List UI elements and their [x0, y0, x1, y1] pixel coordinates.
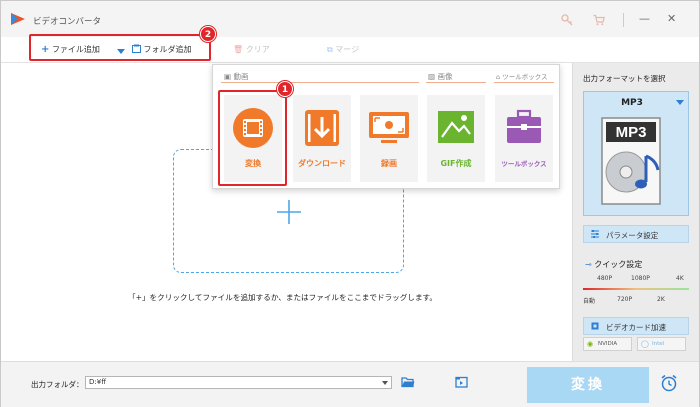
format-dropdown-icon — [676, 100, 684, 105]
step-1-badge: 1 — [277, 81, 293, 97]
trash-icon: 🗑 — [233, 45, 244, 54]
output-folder-path: D:¥ff — [89, 378, 107, 386]
key-icon[interactable] — [561, 14, 573, 26]
nvidia-logo-icon: ◉ — [587, 340, 594, 348]
quick-settings-label: クイック設定 — [594, 260, 643, 269]
toolbox-icon — [507, 109, 541, 143]
tile-record-label: 録画 — [381, 159, 397, 168]
titlebar-divider — [623, 13, 624, 27]
quality-480p[interactable]: 480P — [597, 275, 612, 282]
parameter-settings-label: パラメータ設定 — [606, 231, 659, 240]
tile-toolbox[interactable]: ツールボックス — [495, 95, 553, 182]
open-folder-icon[interactable] — [401, 376, 415, 388]
tile-toolbox-label: ツールボックス — [501, 160, 547, 168]
screen-record-icon — [369, 112, 409, 143]
bottom-bar: 出力フォルダ： D:¥ff 変換 — [1, 361, 699, 407]
output-folder-select[interactable]: D:¥ff — [85, 376, 392, 389]
output-folder-label: 出力フォルダ： — [31, 380, 84, 389]
quality-4k[interactable]: 4K — [676, 275, 684, 282]
add-plus-icon[interactable] — [275, 198, 303, 226]
quality-auto[interactable]: 自動 — [583, 296, 595, 305]
tile-gif-maker[interactable]: GIF作成 — [427, 95, 485, 182]
mp3-file-icon-label: MP3 — [616, 124, 647, 141]
minimize-button[interactable]: — — [639, 13, 650, 25]
clear-label: クリア — [245, 45, 270, 54]
gpu-acceleration-button[interactable]: ビデオカード加速 — [583, 317, 689, 335]
section-video-label: 動画 — [233, 72, 249, 81]
nvidia-badge: ◉ NVIDIA — [583, 337, 632, 351]
video-section-icon: ▣ — [224, 72, 232, 81]
sliders-icon — [591, 230, 599, 238]
convert-button[interactable]: 変換 — [527, 367, 649, 403]
quality-720p[interactable]: 720P — [617, 296, 632, 303]
download-icon — [305, 110, 339, 146]
cart-icon[interactable] — [593, 14, 605, 26]
nvidia-label: NVIDIA — [598, 341, 618, 347]
tile-record[interactable]: 録画 — [360, 95, 418, 182]
toolbox-section-icon: ⌂ — [496, 73, 501, 81]
section-toolbox-label: ツールボックス — [502, 73, 548, 81]
drop-hint-text: 「+」をクリックしてファイルを追加するか、またはファイルをここまでドラッグします… — [128, 293, 437, 302]
section-image-line — [426, 82, 486, 83]
close-button[interactable]: ✕ — [667, 13, 676, 25]
mp3-file-icon: MP3 — [601, 117, 661, 205]
section-toolbox-line — [494, 82, 554, 83]
window-title: ビデオコンバータ — [33, 17, 102, 27]
app-logo-icon — [11, 13, 25, 25]
title-bar: ビデオコンバータ — ✕ — [1, 1, 699, 37]
quick-settings-title: ⊸ クイック設定 — [585, 259, 642, 270]
quick-settings-icon: ⊸ — [585, 260, 592, 269]
intel-badge: ◯ Intel — [637, 337, 686, 351]
image-icon — [438, 111, 474, 143]
parameter-settings-button[interactable]: パラメータ設定 — [583, 225, 689, 243]
step-2-badge: 2 — [200, 26, 216, 42]
tile-download-label: ダウンロード — [298, 159, 346, 168]
image-section-icon: ▨ — [428, 72, 436, 81]
section-image-label: 画像 — [437, 72, 453, 81]
intel-label: Intel — [652, 341, 665, 347]
section-image: ▨ 画像 — [428, 71, 452, 82]
tile-gif-maker-label: GIF作成 — [440, 159, 472, 168]
quality-slider[interactable] — [583, 288, 689, 290]
gpu-acceleration-label: ビデオカード加速 — [606, 323, 666, 332]
section-video-line — [221, 82, 419, 83]
alarm-clock-icon[interactable] — [660, 374, 678, 392]
chevron-down-icon — [382, 381, 388, 385]
output-format-name: MP3 — [621, 98, 643, 108]
folder-arrow-icon[interactable] — [455, 376, 468, 388]
gpu-chip-icon — [591, 322, 599, 330]
merge-button[interactable]: ⧉ マージ — [327, 44, 359, 55]
section-video: ▣ 動画 — [224, 71, 248, 82]
output-format-title: 出力フォーマットを選択 — [583, 74, 666, 83]
add-file-highlight — [29, 34, 211, 61]
quality-1080p[interactable]: 1080P — [631, 275, 650, 282]
output-format-selector[interactable]: MP3 MP3 — [583, 91, 689, 216]
tile-download[interactable]: ダウンロード — [293, 95, 351, 182]
merge-label: マージ — [335, 45, 360, 54]
merge-icon: ⧉ — [327, 45, 333, 54]
quality-2k[interactable]: 2K — [657, 296, 665, 303]
section-toolbox: ⌂ ツールボックス — [496, 71, 548, 81]
intel-logo-icon: ◯ — [641, 340, 649, 348]
tile-convert-highlight — [218, 90, 287, 186]
clear-button[interactable]: 🗑 クリア — [233, 44, 270, 55]
app-window: ビデオコンバータ — ✕ + ファイル追加 フォルダ追加 🗑 クリア ⧉ マージ — [0, 0, 700, 407]
output-panel: 出力フォーマットを選択 MP3 MP3 パラメータ設定 ⊸ クイック設定 480… — [572, 63, 699, 361]
